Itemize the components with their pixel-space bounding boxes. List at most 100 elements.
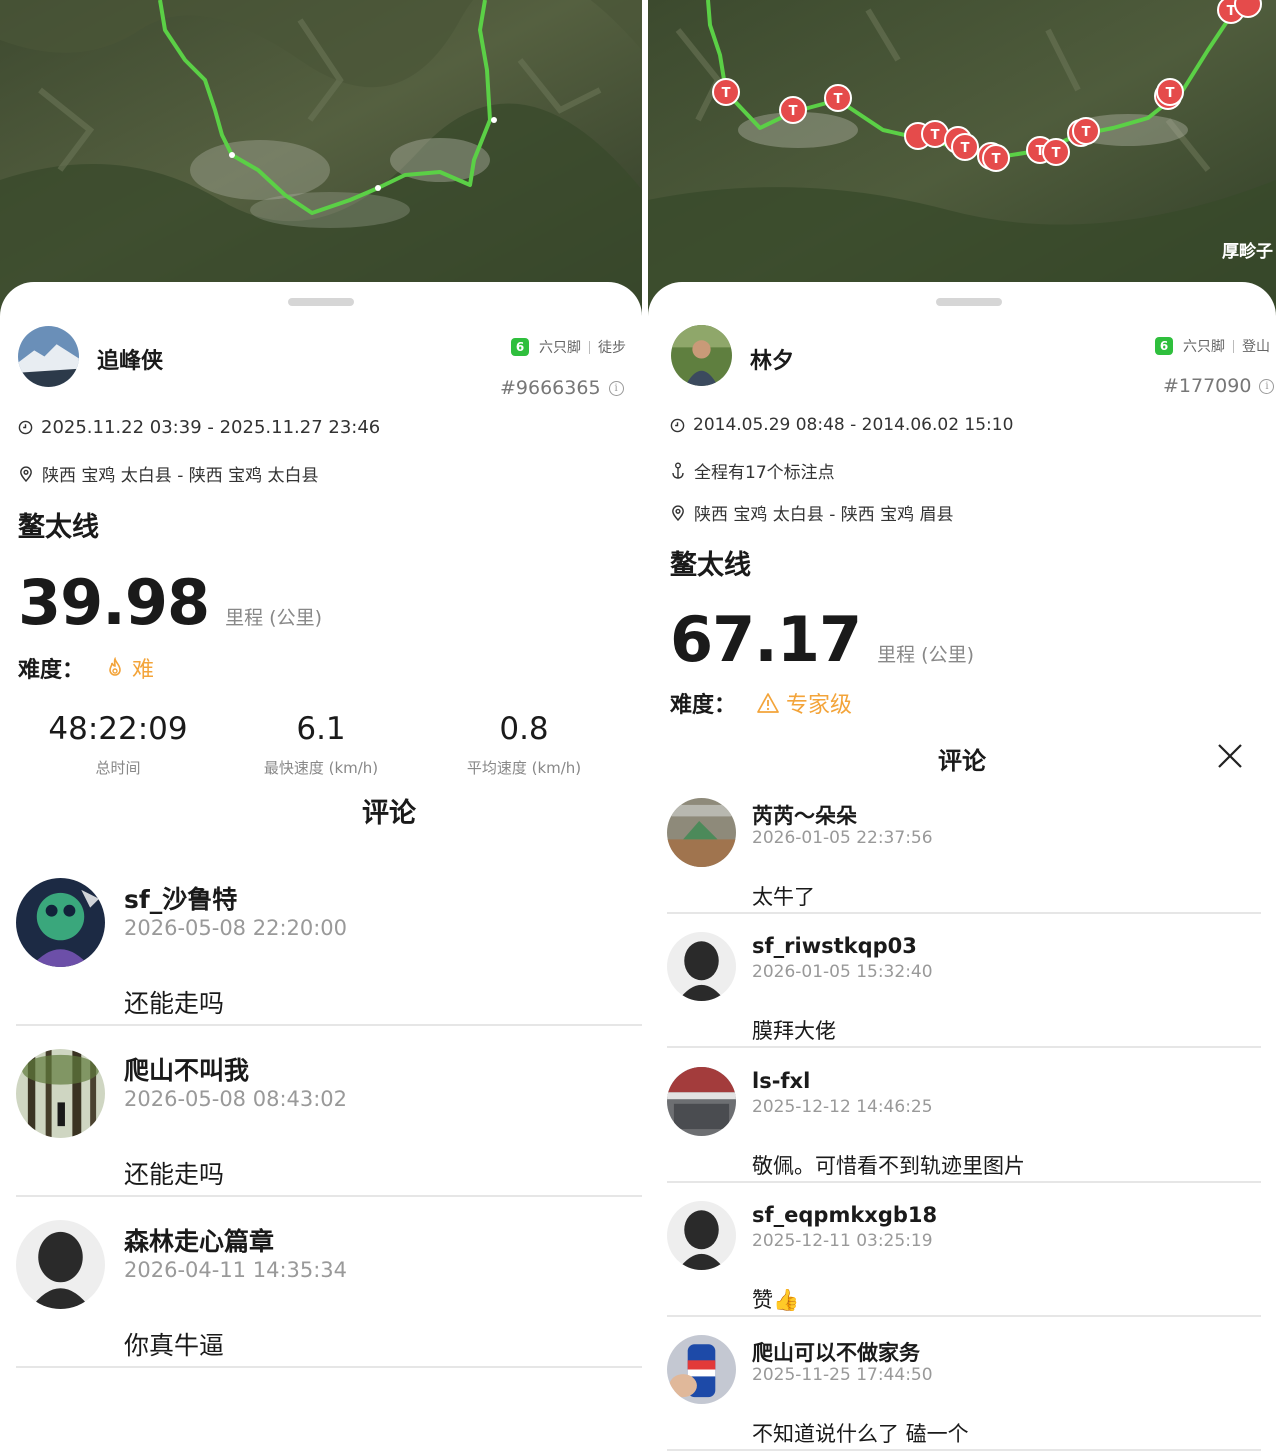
comment-item: 芮芮～朵朵 2026-01-05 22:37:56 太牛了 <box>648 797 1276 917</box>
brand-separator <box>1233 339 1234 353</box>
close-icon[interactable] <box>1215 741 1245 771</box>
activity-type: 徒步 <box>598 340 626 356</box>
divider <box>667 1046 1261 1048</box>
comment-time: 2026-01-05 22:37:56 <box>752 828 933 848</box>
divider <box>16 1195 642 1197</box>
flame-icon <box>109 657 121 676</box>
waypoint-count: 全程有17个标注点 <box>670 458 835 483</box>
stat-max-speed: 6.1 最快速度 (km/h) <box>221 711 421 778</box>
avatar[interactable] <box>667 1067 736 1136</box>
time-range-text: 2025.11.22 03:39 - 2025.11.27 23:46 <box>41 417 381 438</box>
comment-author[interactable]: sf_沙鲁特 <box>124 880 237 916</box>
comment-author[interactable]: 爬山可以不做家务 <box>752 1337 920 1367</box>
map-place-label: 厚畛子 <box>1222 241 1273 262</box>
comment-item: sf_riwstkqp03 2026-01-05 15:32:40 膜拜大佬 <box>648 931 1276 1051</box>
brand-name: 六只脚 <box>539 340 581 356</box>
divider <box>667 912 1261 914</box>
comment-time: 2025-11-25 17:44:50 <box>752 1365 933 1385</box>
comment-time: 2026-05-08 08:43:02 <box>124 1087 348 1111</box>
comment-item: 爬山不叫我 2026-05-08 08:43:02 还能走吗 <box>0 1047 642 1199</box>
distance-value: 39.98 <box>18 566 210 639</box>
comment-text: 还能走吗 <box>124 989 225 1018</box>
difficulty-value: 专家级 <box>786 693 853 718</box>
comment-time: 2026-04-11 14:35:34 <box>124 1258 348 1282</box>
time-range: 2014.05.29 08:48 - 2014.06.02 15:10 <box>670 415 1013 435</box>
right-track-screen: TTT TTT TTT TT 厚畛子 林夕 6 六只脚 登山 #177090 i… <box>648 0 1276 1454</box>
time-range: 2025.11.22 03:39 - 2025.11.27 23:46 <box>18 417 380 438</box>
avatar[interactable] <box>671 325 732 386</box>
six-feet-logo-icon: 6 <box>511 338 529 356</box>
username[interactable]: 林夕 <box>750 343 794 375</box>
sheet-handle[interactable] <box>936 298 1002 306</box>
divider <box>16 1024 642 1026</box>
waypoint-count-text: 全程有17个标注点 <box>694 463 835 483</box>
waypoint-icon <box>672 462 684 479</box>
route-name: 鳌太线 <box>18 512 99 543</box>
svg-text:T: T <box>1227 4 1236 19</box>
comment-text: 敬佩。可惜看不到轨迹里图片 <box>752 1154 1025 1178</box>
distance-value: 67.17 <box>670 603 862 676</box>
comment-time: 2025-12-12 14:46:25 <box>752 1097 933 1117</box>
avatar[interactable] <box>16 878 105 967</box>
track-id-text: #177090 <box>1163 375 1252 397</box>
default-avatar[interactable] <box>667 1201 736 1270</box>
location-pin-icon <box>20 465 32 482</box>
svg-text:T: T <box>1052 146 1061 161</box>
stat-value: 48:22:09 <box>48 711 188 747</box>
comment-text: 赞👍 <box>752 1288 800 1312</box>
comment-author[interactable]: 森林走心篇章 <box>124 1222 274 1258</box>
comment-time: 2026-05-08 22:20:00 <box>124 916 348 940</box>
comment-time: 2026-01-05 15:32:40 <box>752 962 933 982</box>
username[interactable]: 追峰侠 <box>97 343 163 375</box>
info-icon[interactable]: i <box>1259 378 1275 394</box>
difficulty: 难度： 专家级 <box>670 687 852 719</box>
avatar[interactable] <box>16 1049 105 1138</box>
svg-text:T: T <box>834 92 843 107</box>
warning-icon <box>757 693 779 713</box>
satellite-map[interactable] <box>0 0 642 330</box>
brand-tag: 6 六只脚 徒步 <box>511 337 626 357</box>
avatar[interactable] <box>667 798 736 867</box>
stat-value: 6.1 <box>296 711 346 747</box>
comment-author[interactable]: sf_eqpmkxgb18 <box>752 1203 937 1227</box>
avatar[interactable] <box>18 326 79 387</box>
stat-label: 最快速度 (km/h) <box>263 759 379 777</box>
brand-tag: 6 六只脚 登山 <box>1155 336 1270 356</box>
comment-item: sf_沙鲁特 2026-05-08 22:20:00 还能走吗 <box>0 876 642 1028</box>
stat-total-time: 48:22:09 总时间 <box>18 711 218 778</box>
distance: 39.98 里程 (公里) <box>18 566 322 639</box>
svg-text:T: T <box>961 141 970 156</box>
comment-author[interactable]: sf_riwstkqp03 <box>752 934 917 958</box>
clock-icon <box>670 418 685 432</box>
divider <box>667 1449 1261 1451</box>
comment-author[interactable]: 爬山不叫我 <box>124 1051 249 1087</box>
satellite-map[interactable]: TTT TTT TTT TT 厚畛子 <box>648 0 1276 330</box>
difficulty-label: 难度： <box>18 658 85 683</box>
default-avatar[interactable] <box>16 1220 105 1309</box>
distance-unit: 里程 (公里) <box>877 644 974 666</box>
stat-label: 平均速度 (km/h) <box>466 759 582 777</box>
comment-item: sf_eqpmkxgb18 2025-12-11 03:25:19 赞👍 <box>648 1200 1276 1320</box>
track-id: #9666365 i <box>500 377 624 399</box>
left-track-screen: 追峰侠 6 六只脚 徒步 #9666365 i 2025.11.22 03:39… <box>0 0 642 1454</box>
sheet-handle[interactable] <box>288 298 354 306</box>
activity-type: 登山 <box>1242 339 1270 355</box>
svg-text:T: T <box>1036 144 1045 159</box>
svg-text:T: T <box>789 104 798 119</box>
comment-item: 爬山可以不做家务 2025-11-25 17:44:50 不知道说什么了 磕一个 <box>648 1334 1276 1454</box>
svg-text:T: T <box>1082 125 1091 140</box>
difficulty-label: 难度： <box>670 693 737 718</box>
avatar[interactable] <box>667 1335 736 1404</box>
comment-text: 太牛了 <box>752 885 815 909</box>
location-pin-icon <box>672 504 684 521</box>
location-text: 陕西 宝鸡 太白县 - 陕西 宝鸡 眉县 <box>694 505 954 525</box>
comment-author[interactable]: 芮芮～朵朵 <box>752 800 857 830</box>
default-avatar[interactable] <box>667 932 736 1001</box>
info-icon[interactable]: i <box>608 380 624 396</box>
comment-author[interactable]: ls-fxl <box>752 1069 810 1093</box>
svg-text:T: T <box>931 128 940 143</box>
comment-time: 2025-12-11 03:25:19 <box>752 1231 933 1251</box>
brand-name: 六只脚 <box>1183 339 1225 355</box>
location: 陕西 宝鸡 太白县 - 陕西 宝鸡 太白县 <box>18 461 319 486</box>
svg-text:T: T <box>992 152 1001 167</box>
